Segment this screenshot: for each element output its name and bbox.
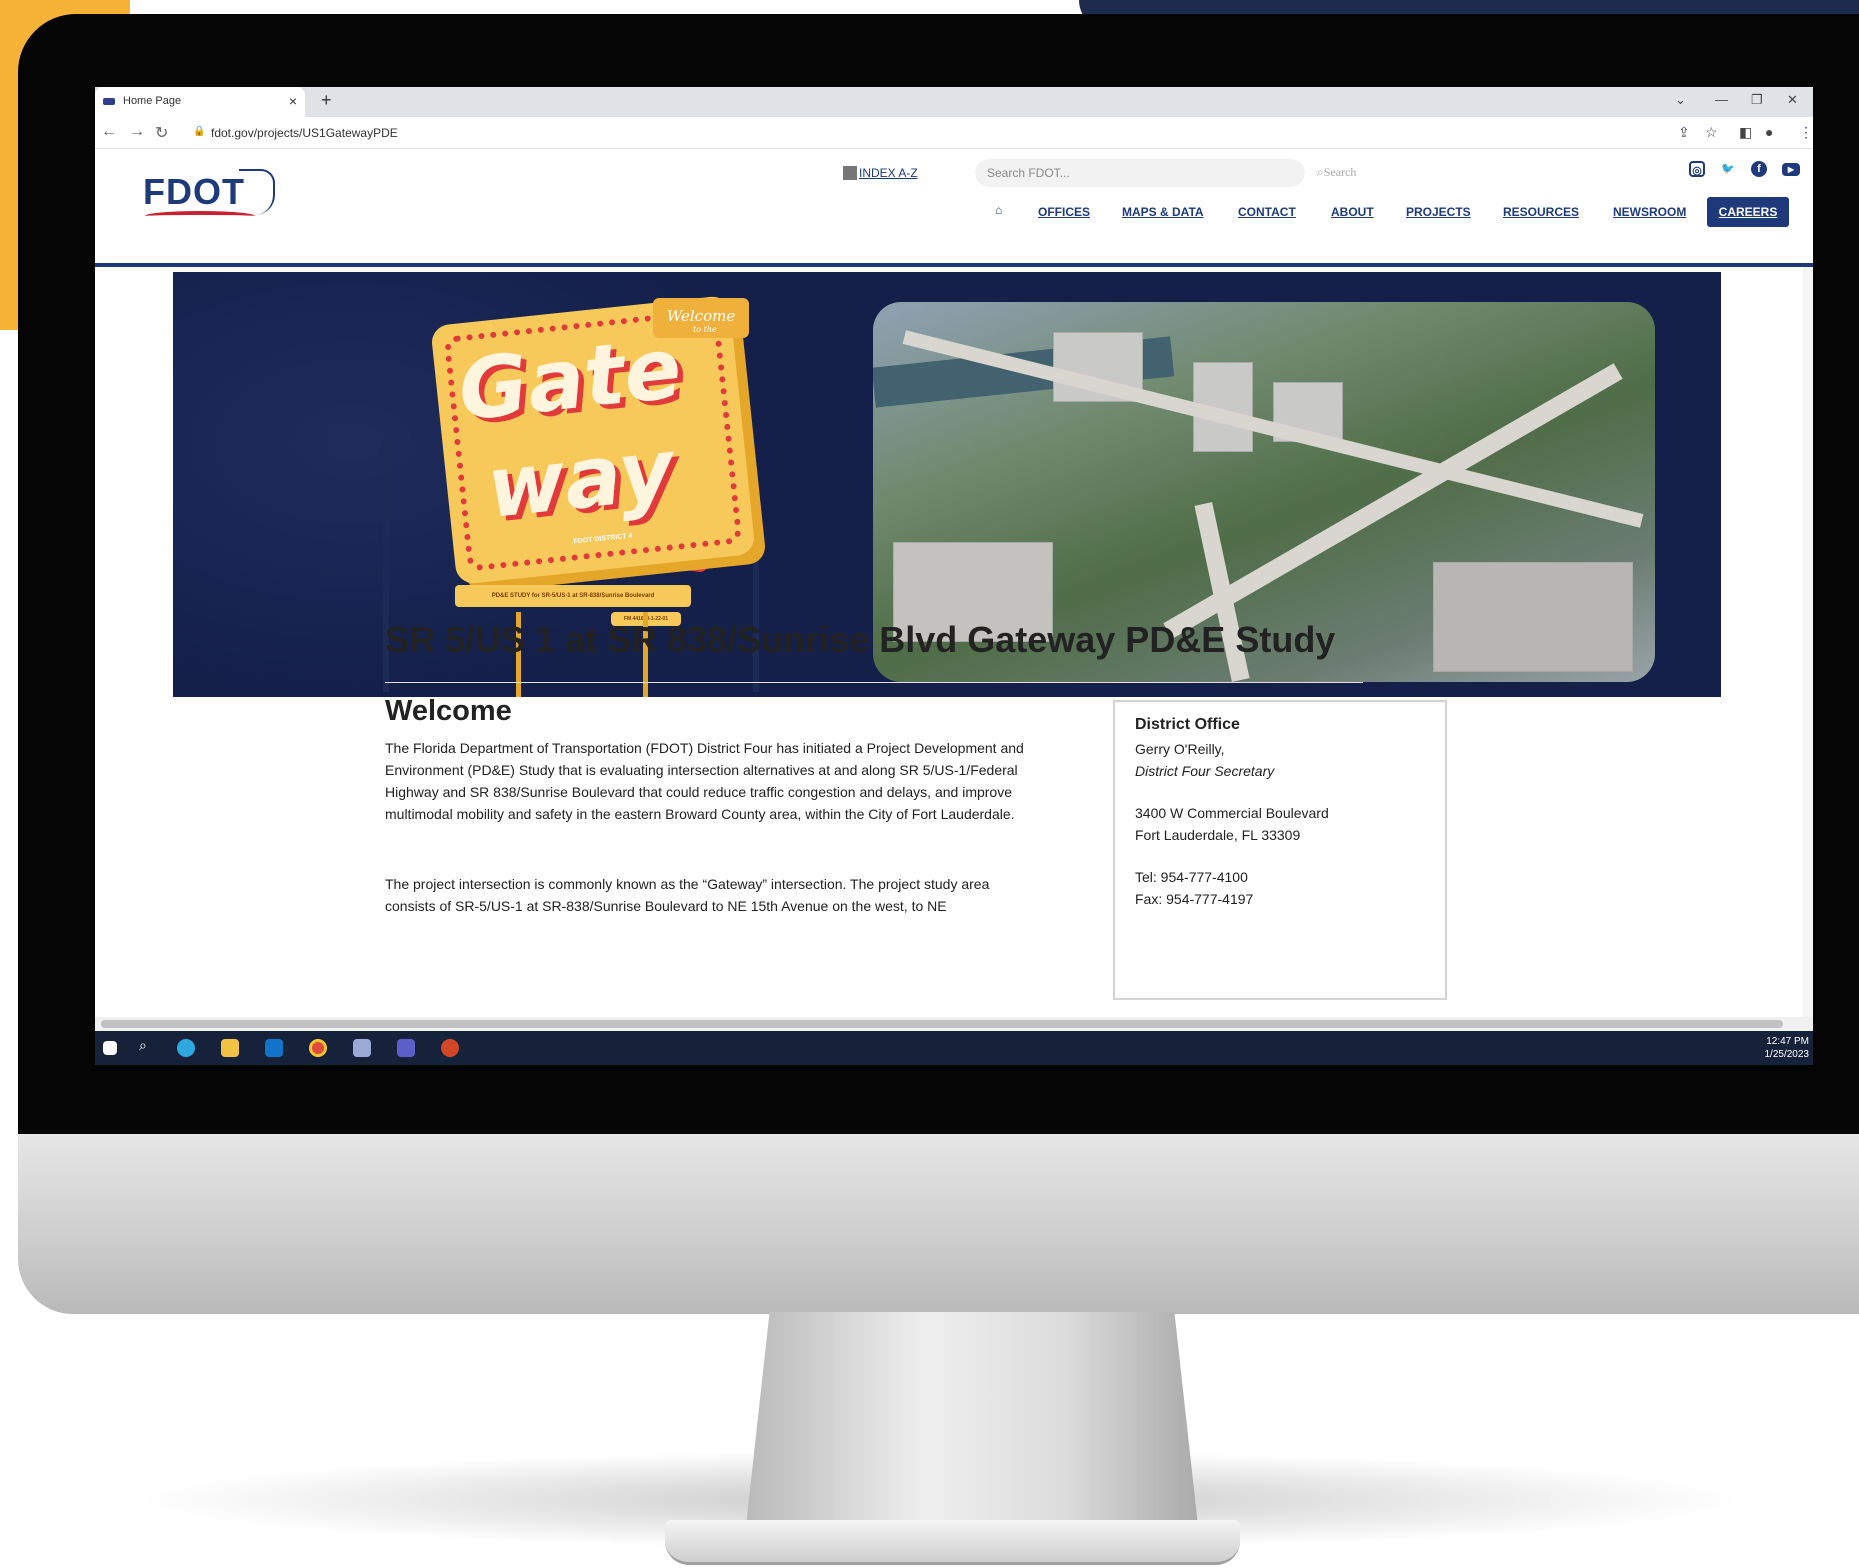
district-office-heading: District Office xyxy=(1135,716,1240,733)
tab-title: Home Page xyxy=(123,95,182,107)
screen: Home Page × + ⌄ — ❐ ✕ ← → ↻ 🔒 fdot.gov/p… xyxy=(95,87,1813,1065)
title-divider xyxy=(385,682,1363,683)
nav-maps-data[interactable]: MAPS & DATA xyxy=(1122,205,1204,219)
search-input[interactable] xyxy=(975,159,1305,187)
vertical-scrollbar[interactable] xyxy=(1803,267,1813,1017)
page-title: SR 5/US 1 at SR 838/Sunrise Blvd Gateway… xyxy=(385,619,1336,660)
study-board: PD&E STUDY for SR-5/US-1 at SR-838/Sunri… xyxy=(455,585,691,607)
profile-icon[interactable]: ● xyxy=(1765,124,1773,140)
instagram-icon[interactable]: ◎ xyxy=(1689,161,1705,177)
monitor-mockup: Home Page × + ⌄ — ❐ ✕ ← → ↻ 🔒 fdot.gov/p… xyxy=(0,0,1859,1568)
logo-swoosh-icon xyxy=(145,211,255,221)
forward-icon[interactable]: → xyxy=(129,123,145,141)
monitor-chin xyxy=(18,1134,1859,1314)
browser-tab-bar: Home Page × + ⌄ — ❐ ✕ xyxy=(95,87,1813,117)
windows-taskbar: ⌕ 12:47 PM 1/25/2023 xyxy=(95,1031,1813,1065)
fax: Fax: 954-777-4197 xyxy=(1135,891,1254,907)
intersection-paragraph: The project intersection is commonly kno… xyxy=(385,876,990,914)
minimize-icon[interactable]: — xyxy=(1715,92,1728,107)
welcome-plate: Welcome to the xyxy=(653,298,749,338)
logo-text: FDOT xyxy=(143,171,245,212)
telephone[interactable]: Tel: 954-777-4100 xyxy=(1135,866,1425,888)
clock-date: 1/25/2023 xyxy=(1764,1049,1810,1060)
index-a-z-link[interactable]: INDEX A-Z xyxy=(843,166,918,180)
powerpoint-icon[interactable] xyxy=(441,1039,459,1057)
intro-paragraph: The Florida Department of Transportation… xyxy=(385,740,1024,822)
windows-start-icon[interactable] xyxy=(103,1041,117,1055)
bookmark-star-icon[interactable]: ☆ xyxy=(1705,124,1718,141)
palm-tree-icon xyxy=(753,502,759,692)
outlook-icon[interactable] xyxy=(265,1039,283,1057)
welcome-heading: Welcome xyxy=(385,695,512,727)
scrollbar-thumb[interactable] xyxy=(101,1020,1783,1028)
fdot-logo[interactable]: FDOT xyxy=(143,169,283,231)
nav-newsroom[interactable]: NEWSROOM xyxy=(1613,205,1686,219)
chrome-icon[interactable] xyxy=(309,1039,327,1057)
browser-address-bar: ← → ↻ 🔒 fdot.gov/projects/US1GatewayPDE … xyxy=(95,117,1813,149)
side-panel-icon[interactable]: ◧ xyxy=(1739,124,1752,141)
fdot-favicon-icon xyxy=(103,98,115,105)
browser-tab[interactable]: Home Page × xyxy=(95,87,305,117)
index-link-label: INDEX A-Z xyxy=(859,166,918,180)
welcome-plate-sub: to the xyxy=(693,325,717,334)
search-button-label: Search xyxy=(1323,165,1357,179)
menu-icon[interactable]: ⋮ xyxy=(1799,124,1813,141)
lock-icon: 🔒 xyxy=(193,126,206,137)
file-explorer-icon[interactable] xyxy=(221,1039,239,1057)
careers-button[interactable]: CAREERS xyxy=(1707,197,1789,227)
nav-resources[interactable]: RESOURCES xyxy=(1503,205,1579,219)
close-window-icon[interactable]: ✕ xyxy=(1787,92,1798,108)
nav-contact[interactable]: CONTACT xyxy=(1238,205,1296,219)
sign-word-way: way xyxy=(482,420,679,538)
teams-icon[interactable] xyxy=(397,1039,415,1057)
restore-icon[interactable]: ❐ xyxy=(1751,92,1763,108)
nav-about[interactable]: ABOUT xyxy=(1331,205,1374,219)
home-icon[interactable]: ⌂ xyxy=(995,203,1002,217)
edge-icon[interactable] xyxy=(177,1039,195,1057)
clock-time: 12:47 PM xyxy=(1766,1036,1809,1047)
secretary-name: Gerry O'Reilly, xyxy=(1135,741,1225,757)
address-line-1: 3400 W Commercial Boulevard xyxy=(1135,805,1329,821)
site-header: FDOT INDEX A-Z ⌕Search ◎ 🐦 f ▶ ⌂ OFFICES… xyxy=(95,149,1813,267)
share-icon[interactable]: ⇪ xyxy=(1678,124,1690,141)
tab-close-icon[interactable]: × xyxy=(289,93,297,109)
app-icon[interactable] xyxy=(353,1039,371,1057)
secretary-role: District Four Secretary xyxy=(1135,763,1275,779)
nav-projects[interactable]: PROJECTS xyxy=(1406,205,1471,219)
horizontal-scrollbar[interactable] xyxy=(95,1017,1813,1031)
nav-offices[interactable]: OFFICES xyxy=(1038,205,1090,219)
search-icon[interactable]: ⌕ xyxy=(139,1037,157,1055)
facebook-icon[interactable]: f xyxy=(1751,161,1767,177)
building xyxy=(1433,562,1633,672)
back-icon[interactable]: ← xyxy=(101,123,117,141)
florida-outline-icon xyxy=(239,169,275,215)
search-button[interactable]: ⌕Search xyxy=(1317,165,1356,180)
new-tab-button[interactable]: + xyxy=(321,90,332,111)
reload-icon[interactable]: ↻ xyxy=(155,123,168,143)
youtube-icon[interactable]: ▶ xyxy=(1782,163,1800,176)
twitter-icon[interactable]: 🐦 xyxy=(1720,161,1736,177)
taskbar-clock[interactable]: 12:47 PM 1/25/2023 xyxy=(1765,1035,1810,1061)
address-line-2: Fort Lauderdale, FL 33309 xyxy=(1135,827,1301,843)
tab-search-icon[interactable]: ⌄ xyxy=(1675,92,1686,108)
district-office-card: District Office Gerry O'Reilly, District… xyxy=(1113,700,1447,1000)
monitor-stand-base xyxy=(665,1520,1240,1565)
url-field[interactable]: fdot.gov/projects/US1GatewayPDE xyxy=(211,126,398,140)
book-icon xyxy=(843,166,857,180)
